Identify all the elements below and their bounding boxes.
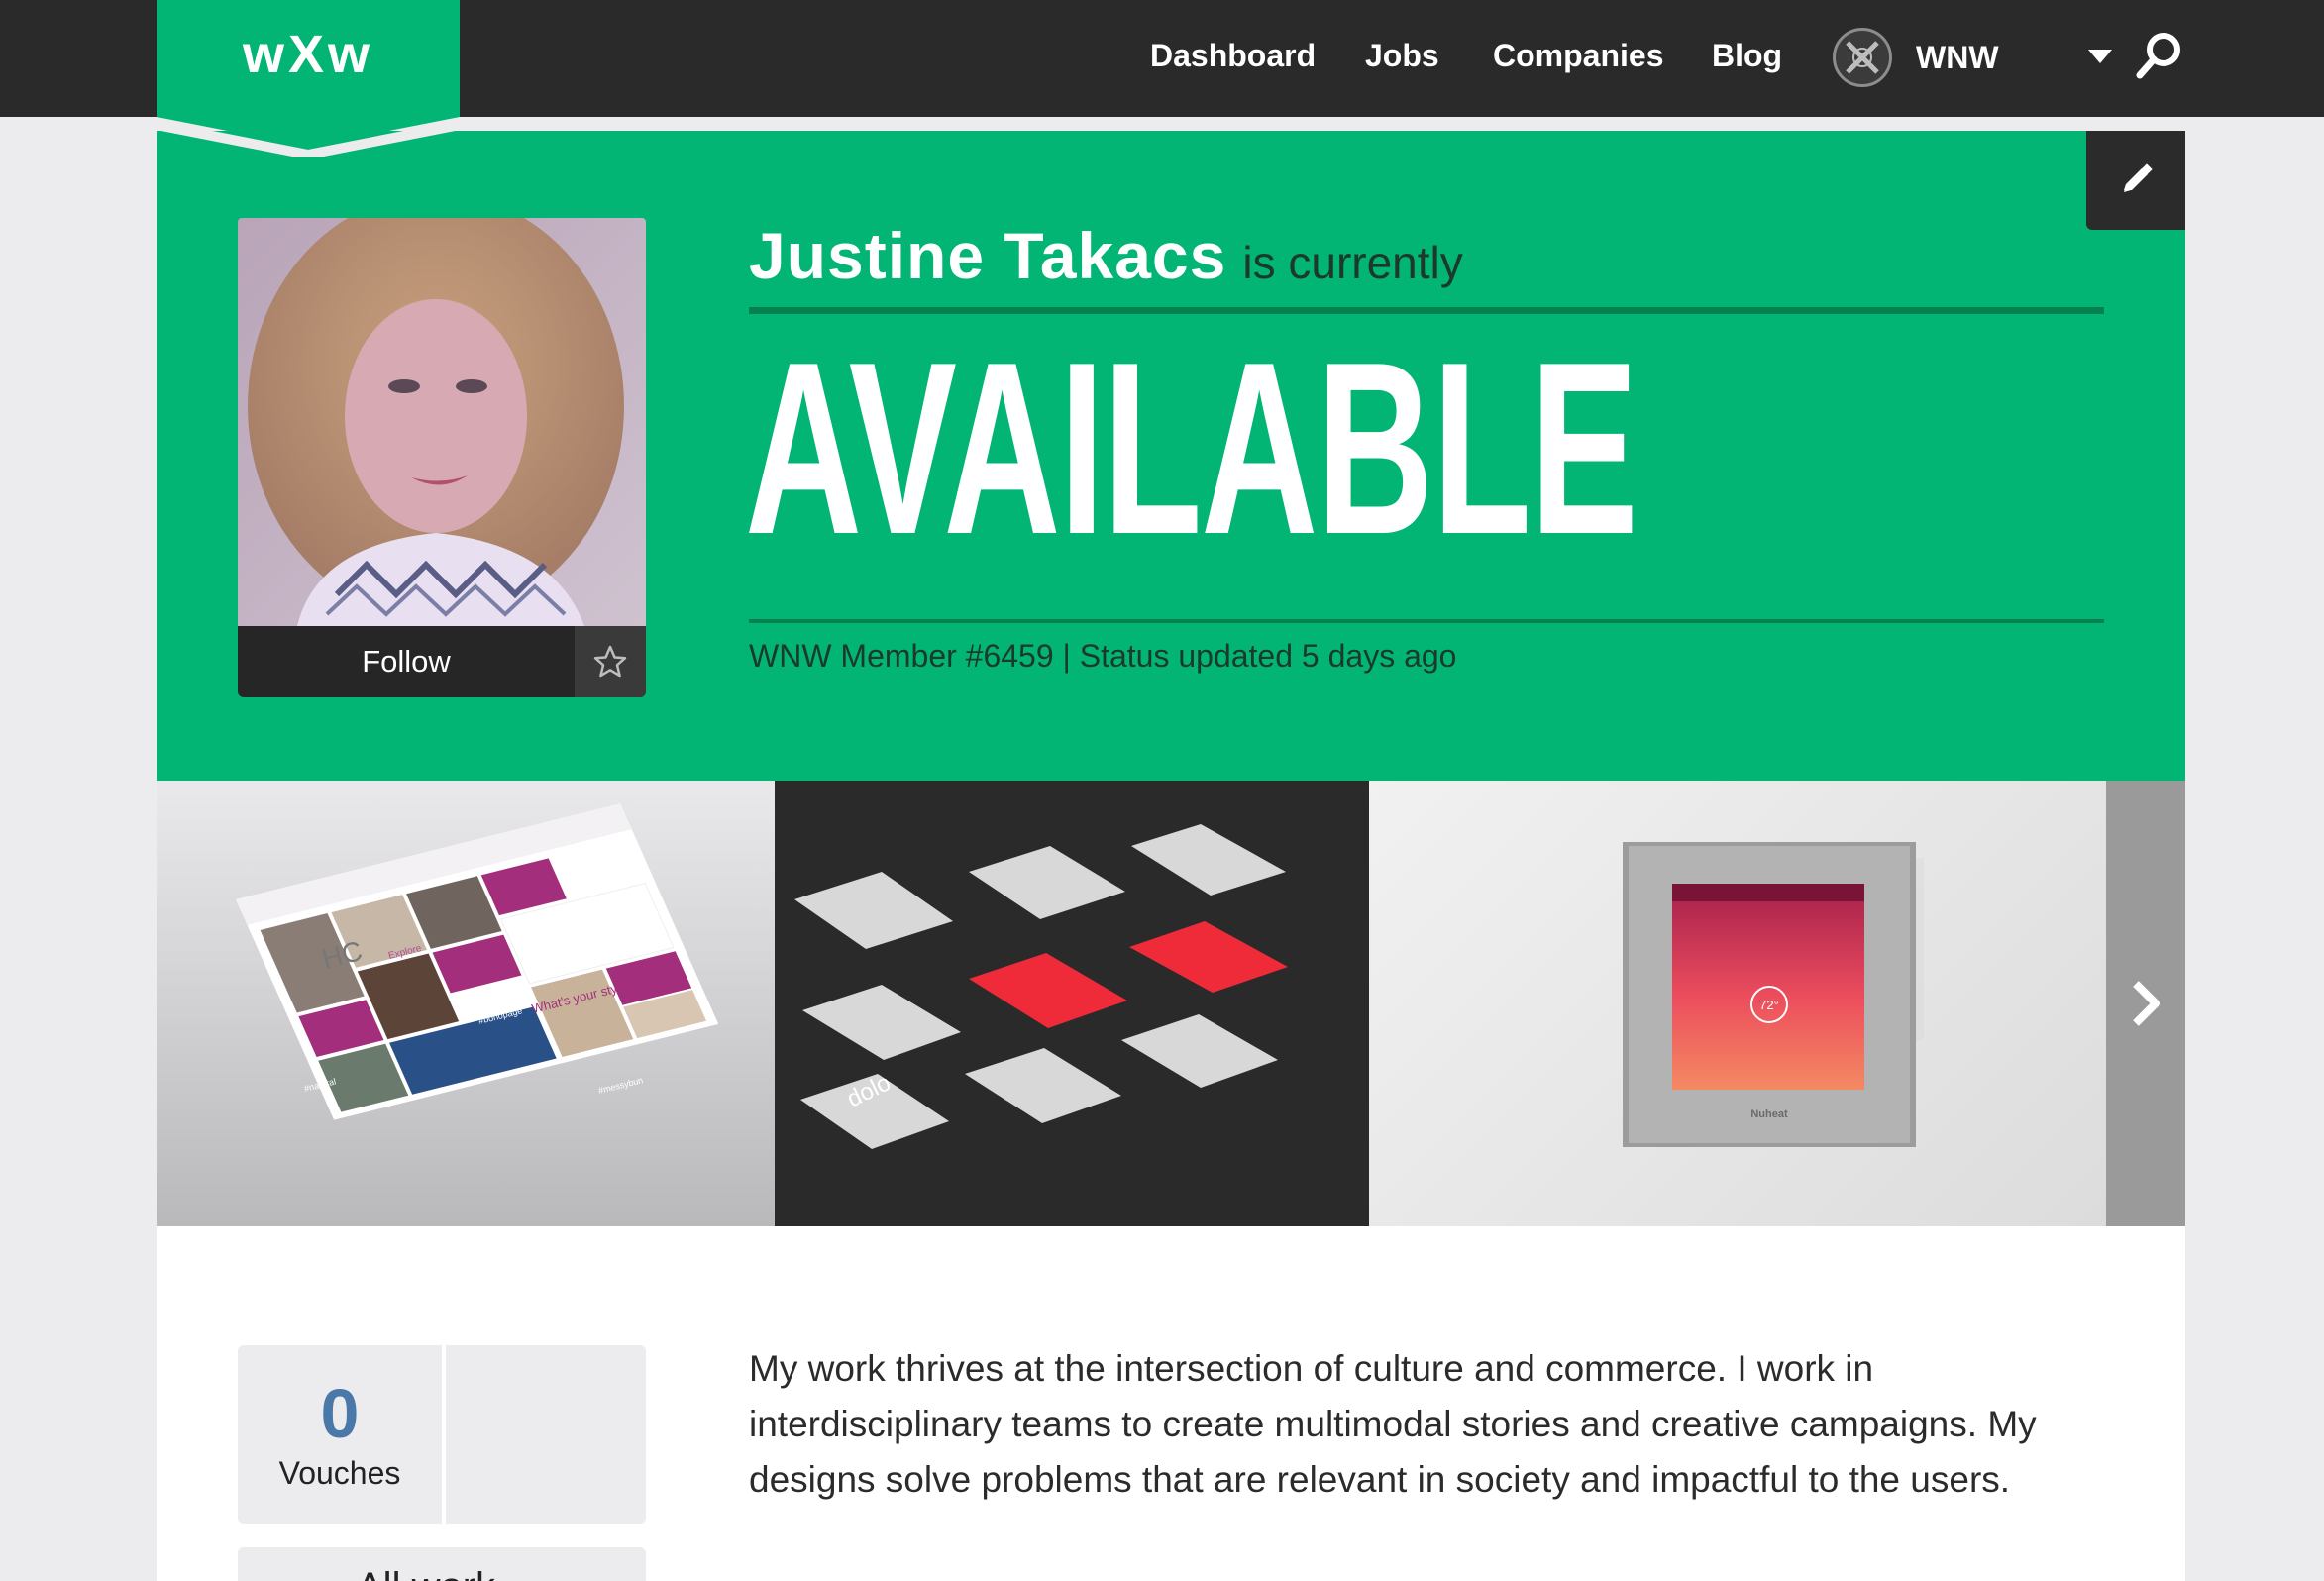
org-badge-icon — [1833, 28, 1892, 87]
search-icon[interactable] — [2130, 26, 2189, 85]
profile-card: Follow Justine Takacs is currently AVAIL… — [157, 131, 2185, 1581]
availability-status: AVAILABLE — [745, 310, 1638, 585]
site-logo[interactable]: wXw — [157, 0, 460, 157]
org-switcher[interactable]: WNW — [1833, 26, 1999, 89]
avatar — [238, 218, 646, 626]
chevron-right-icon[interactable] — [2106, 781, 2185, 1226]
nav-dashboard[interactable]: Dashboard — [1150, 38, 1316, 74]
caret-down-icon[interactable] — [2088, 50, 2112, 63]
portfolio-item-dolo[interactable]: dolo — [775, 781, 1369, 1226]
follow-button[interactable]: Follow — [238, 626, 575, 697]
nav-blog[interactable]: Blog — [1712, 38, 1782, 74]
person-name: Justine Takacs — [749, 219, 1227, 292]
top-nav-bar: wXw Dashboard Jobs Companies Blog WNW — [0, 0, 2324, 157]
hc-tag: #messybun — [597, 1075, 644, 1096]
nav-jobs[interactable]: Jobs — [1365, 38, 1439, 74]
pencil-icon[interactable] — [2086, 131, 2185, 230]
thermostat-temperature: 72° — [1759, 998, 1779, 1012]
status-hero: Follow Justine Takacs is currently AVAIL… — [157, 131, 2185, 781]
empty-stat — [442, 1345, 646, 1524]
secondary-stats-label: All work — [357, 1565, 495, 1581]
status-heading: Justine Takacs is currently — [749, 218, 2104, 307]
stats-panel: 0 Vouches — [238, 1345, 646, 1524]
divider — [749, 619, 2104, 623]
portfolio-carousel: HC Explore What's your style? #trending … — [157, 781, 2185, 1226]
vouches-stat[interactable]: 0 Vouches — [238, 1345, 442, 1524]
portfolio-item-thermostat[interactable]: 72° Nuheat — [1369, 781, 2106, 1226]
portfolio-item-hc[interactable]: HC Explore What's your style? #trending … — [157, 781, 775, 1226]
nav-companies[interactable]: Companies — [1493, 38, 1663, 74]
status-prefix: is currently — [1242, 237, 1463, 288]
secondary-stats-panel[interactable]: All work — [238, 1547, 646, 1581]
logo-wordmark: wXw — [242, 25, 374, 84]
follow-bar: Follow — [238, 626, 646, 697]
vouches-count: 0 — [320, 1374, 360, 1452]
bio-text: My work thrives at the intersection of c… — [749, 1348, 2037, 1500]
star-icon[interactable] — [575, 626, 646, 697]
vouches-label: Vouches — [278, 1454, 401, 1491]
org-label: WNW — [1916, 39, 1999, 75]
member-info: WNW Member #6459 | Status updated 5 days… — [749, 638, 1457, 674]
thermostat-brand: Nuheat — [1750, 1108, 1788, 1120]
